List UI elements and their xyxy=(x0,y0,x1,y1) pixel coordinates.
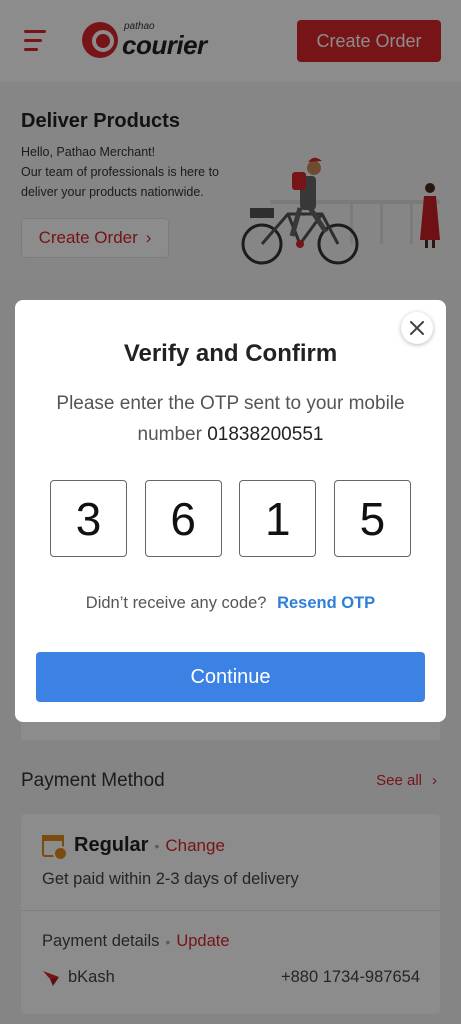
otp-digit-input-3[interactable]: 1 xyxy=(239,480,317,557)
dialog-title: Verify and Confirm xyxy=(123,340,338,367)
otp-verify-dialog: Verify and Confirm Please enter the OTP … xyxy=(15,300,446,722)
dialog-message: Please enter the OTP sent to your mobile… xyxy=(35,388,426,450)
phone-number: 01838200551 xyxy=(207,424,324,445)
otp-input-group: 3 6 1 5 xyxy=(50,480,411,557)
resend-row: Didn’t receive any code? Resend OTP xyxy=(15,594,446,613)
continue-button[interactable]: Continue xyxy=(36,652,425,702)
otp-digit-input-4[interactable]: 5 xyxy=(333,480,411,557)
otp-digit-input-2[interactable]: 6 xyxy=(144,480,222,557)
otp-digit-input-1[interactable]: 3 xyxy=(50,480,127,557)
close-icon xyxy=(410,321,424,335)
resend-otp-link[interactable]: Resend OTP xyxy=(277,594,375,612)
resend-prompt: Didn’t receive any code? xyxy=(85,594,267,612)
